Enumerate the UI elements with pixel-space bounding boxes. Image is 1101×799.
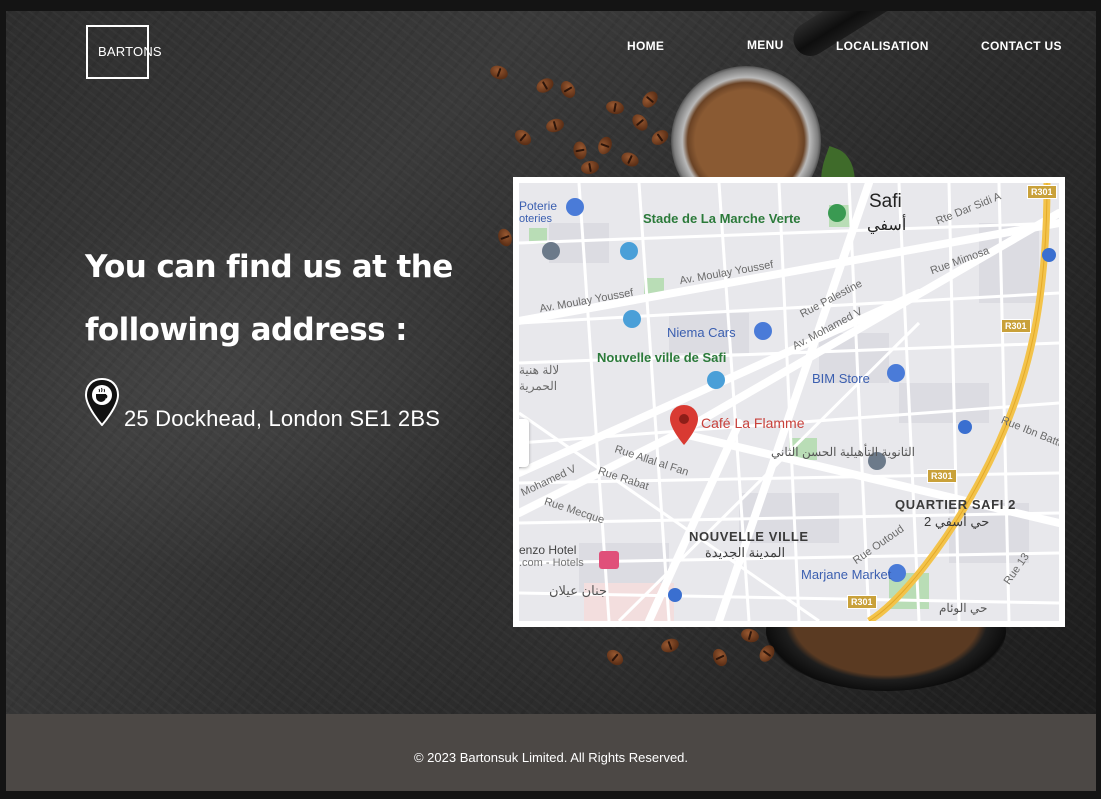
map-label-bim-store: BIM Store	[812, 371, 870, 386]
map-label-hay-ar: حي الوئام	[939, 601, 988, 615]
map-label-stadium: Stade de La Marche Verte	[643, 211, 801, 226]
coffee-location-pin-icon	[85, 378, 119, 426]
route-badge: R301	[847, 595, 877, 609]
map-label-city-ar: أسفي	[867, 217, 907, 234]
brand-logo-text: BARTONS	[98, 44, 162, 59]
map-label-marjane: Marjane Market	[801, 567, 892, 582]
map-label-niema-cars: Niema Cars	[667, 325, 736, 340]
headline-line-2: following address :	[85, 312, 408, 348]
nav-localisation[interactable]: LOCALISATION	[836, 39, 929, 53]
map-label-poterie: Poterie	[519, 199, 558, 213]
map-embed[interactable]: Safi أسفي Stade de La Marche Verte Poter…	[513, 177, 1065, 627]
map-label-nouvelle-ville-ar: المدينة الجديدة	[705, 545, 786, 560]
map-label-poterie-sub: oteries	[519, 213, 553, 225]
map-label-left-ar2: الحمرية	[519, 379, 558, 393]
google-map[interactable]: Safi أسفي Stade de La Marche Verte Poter…	[519, 183, 1059, 621]
footer: © 2023 Bartonsuk Limited. All Rights Res…	[6, 714, 1096, 791]
route-badge: R301	[1027, 185, 1057, 199]
map-label-hotel-sub: .com - Hotels	[519, 557, 584, 569]
map-label-city: Safi	[869, 191, 902, 212]
headline-line-1: You can find us at the	[85, 249, 453, 285]
map-label-cafe: Café La Flamme	[701, 415, 805, 431]
nav-menu[interactable]: MENU	[747, 38, 784, 52]
map-label-hotel: enzo Hotel	[519, 543, 577, 557]
route-badge: R301	[1001, 319, 1031, 333]
nav-home[interactable]: HOME	[627, 39, 664, 53]
map-label-quartier-ar: حي أسفي 2	[924, 514, 990, 529]
map-label-lycee-ar: الثانوية التأهيلية الحسن الثاني	[771, 445, 916, 459]
route-badge: R301	[927, 469, 957, 483]
footer-copyright: © 2023 Bartonsuk Limited. All Rights Res…	[413, 750, 689, 765]
map-zoom-control[interactable]	[519, 419, 529, 467]
address-text: 25 Dockhead, London SE1 2BS	[124, 406, 441, 431]
map-label-jnane-ar: جنان عيلان	[549, 583, 608, 598]
nav-contact-us[interactable]: CONTACT US	[981, 39, 1062, 53]
page-headline: You can find us at the following address…	[85, 236, 505, 362]
map-label-left-ar1: لالة هنية	[519, 363, 560, 377]
map-label-quartier: QUARTIER SAFI 2	[895, 497, 1016, 512]
map-label-nouvelle-ville: NOUVELLE VILLE	[689, 529, 809, 544]
map-label-nouvelle-ville-safi: Nouvelle ville de Safi	[597, 350, 727, 365]
